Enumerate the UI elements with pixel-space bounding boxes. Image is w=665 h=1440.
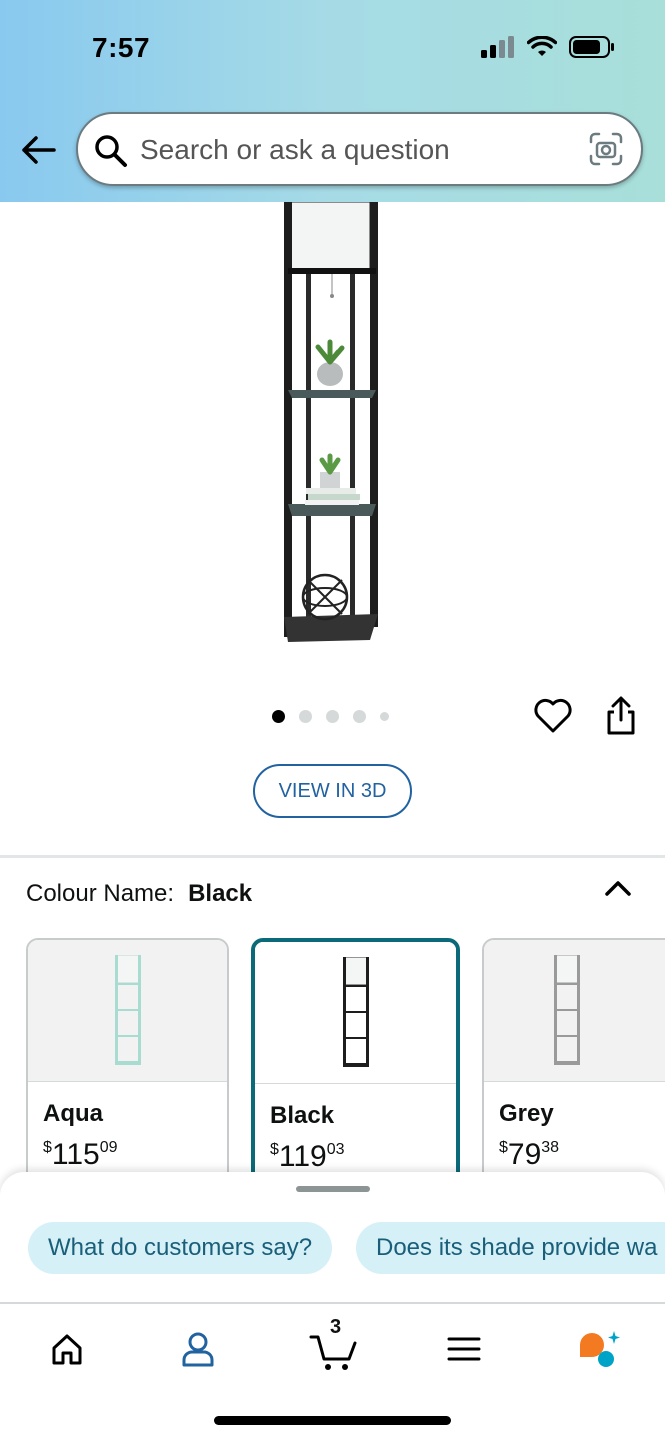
grey-lamp-image xyxy=(554,954,580,1065)
account-icon xyxy=(182,1332,214,1367)
tab-menu[interactable] xyxy=(439,1324,489,1374)
home-icon xyxy=(52,1334,82,1365)
cellular-signal-icon xyxy=(481,36,514,58)
colour-name-label: Colour Name: xyxy=(26,880,175,907)
colour-option-black[interactable]: Black $11903 xyxy=(251,938,460,1198)
sheet-drag-handle[interactable] xyxy=(296,1186,370,1192)
swatch-price: $11509 xyxy=(43,1138,118,1171)
colour-name-value: Black xyxy=(188,880,253,907)
pagination-dot[interactable] xyxy=(326,710,339,723)
battery-icon xyxy=(569,36,614,58)
pagination-dot[interactable] xyxy=(380,712,389,721)
rufus-icon xyxy=(580,1331,620,1367)
suggestion-chip[interactable]: Does its shade provide wa xyxy=(356,1222,665,1274)
camera-search-icon[interactable] xyxy=(589,132,623,166)
tab-account[interactable] xyxy=(173,1324,223,1374)
search-icon xyxy=(95,135,127,167)
image-pagination-dots[interactable] xyxy=(272,710,389,723)
black-lamp-image xyxy=(342,956,369,1067)
swatch-thumbnail xyxy=(255,942,456,1084)
status-icons xyxy=(481,36,615,58)
cart-count-badge: 3 xyxy=(330,1316,342,1338)
chevron-up-icon[interactable] xyxy=(604,878,632,898)
search-bar[interactable] xyxy=(76,112,643,186)
search-input[interactable] xyxy=(140,128,580,172)
arrow-left-icon xyxy=(22,136,56,164)
swatch-thumbnail xyxy=(484,940,665,1082)
pagination-dot-active[interactable] xyxy=(272,710,285,723)
share-icon[interactable] xyxy=(604,696,638,736)
back-button[interactable] xyxy=(18,130,58,170)
wifi-icon xyxy=(527,36,557,56)
section-divider xyxy=(0,855,665,858)
header: 7:57 xyxy=(0,0,665,202)
status-time: 7:57 xyxy=(92,32,151,63)
swatch-name: Grey xyxy=(499,1100,554,1127)
swatch-price: $7938 xyxy=(499,1138,560,1171)
colour-name-row: Colour Name: Black xyxy=(26,880,252,908)
swatch-name: Black xyxy=(270,1102,335,1129)
tab-home[interactable] xyxy=(42,1324,92,1374)
home-indicator[interactable] xyxy=(214,1416,451,1425)
colour-option-aqua[interactable]: Aqua $11509 xyxy=(26,938,229,1198)
pagination-dot[interactable] xyxy=(299,710,312,723)
swatch-name: Aqua xyxy=(43,1100,103,1127)
swatch-price: $11903 xyxy=(270,1140,345,1173)
product-image[interactable] xyxy=(270,202,390,652)
aqua-lamp-image xyxy=(114,954,141,1065)
rufus-suggestion-sheet: What do customers say? Does its shade pr… xyxy=(0,1172,665,1302)
wishlist-heart-icon[interactable] xyxy=(534,698,572,734)
tab-rufus[interactable] xyxy=(573,1324,623,1374)
view-in-3d-button[interactable]: VIEW IN 3D xyxy=(253,764,412,818)
pagination-dot[interactable] xyxy=(353,710,366,723)
swatch-thumbnail xyxy=(28,940,227,1082)
suggestion-chip[interactable]: What do customers say? xyxy=(28,1222,333,1274)
menu-icon xyxy=(447,1337,481,1361)
colour-option-grey[interactable]: Grey $7938 xyxy=(482,938,665,1198)
